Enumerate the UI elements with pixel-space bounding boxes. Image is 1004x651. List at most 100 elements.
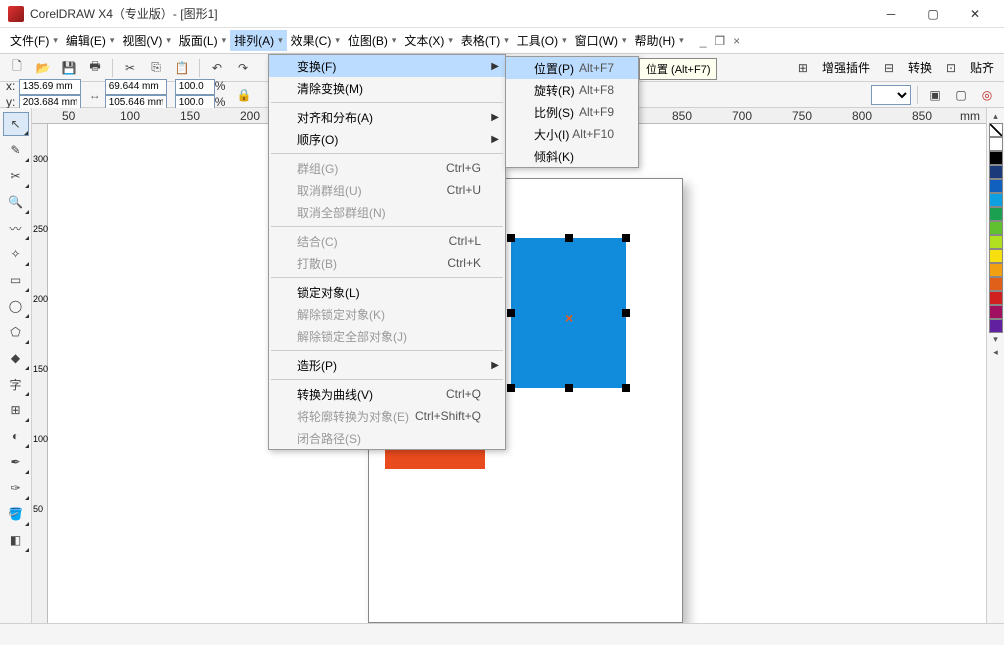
handle-sw[interactable] [507, 384, 515, 392]
interactive-tool[interactable]: ◐ [3, 424, 29, 448]
dd-item[interactable]: 倾斜(K) [506, 145, 638, 167]
zoom-tool[interactable]: 🔍 [3, 190, 29, 214]
toolbar-convert-label[interactable]: 转换 [904, 59, 936, 76]
swatch[interactable] [989, 319, 1003, 333]
fill-tool[interactable]: 🪣 [3, 502, 29, 526]
menu-layout[interactable]: 版面(L)▾ [175, 30, 230, 51]
dd-item[interactable]: 对齐和分布(A)▶ [269, 106, 505, 128]
canvas[interactable]: × [48, 124, 986, 623]
dd-item[interactable]: 清除变换(M) [269, 77, 505, 99]
dd-item[interactable]: 变换(F)▶ [269, 55, 505, 77]
open-icon[interactable]: 📂 [32, 57, 54, 79]
swatch[interactable] [989, 235, 1003, 249]
menu-file[interactable]: 文件(F)▾ [6, 30, 62, 51]
swatch[interactable] [989, 207, 1003, 221]
to-back-icon[interactable]: ▢ [950, 84, 972, 106]
rectangle-tool[interactable]: ▭ [3, 268, 29, 292]
swatch[interactable] [989, 263, 1003, 277]
swatch[interactable] [989, 305, 1003, 319]
basic-shapes-tool[interactable]: ◆ [3, 346, 29, 370]
new-icon[interactable]: 🗋 [6, 57, 28, 79]
redo-icon[interactable]: ↷ [232, 57, 254, 79]
menu-table[interactable]: 表格(T)▾ [457, 30, 513, 51]
maximize-button[interactable]: ▢ [912, 0, 954, 27]
menu-window[interactable]: 窗口(W)▾ [571, 30, 631, 51]
swatch[interactable] [989, 221, 1003, 235]
dd-item[interactable]: 顺序(O)▶ [269, 128, 505, 150]
x-input[interactable] [19, 79, 81, 95]
lock-icon[interactable]: 🔒 [233, 84, 255, 106]
dd-item: 结合(C)Ctrl+L [269, 230, 505, 252]
handle-s[interactable] [565, 384, 573, 392]
swatch[interactable] [989, 179, 1003, 193]
print-icon[interactable]: 🖶 [84, 57, 106, 79]
snap-icon[interactable]: ⊡ [940, 57, 962, 79]
dd-item[interactable]: 旋转(R)Alt+F8 [506, 79, 638, 101]
polygon-tool[interactable]: ⬠ [3, 320, 29, 344]
dd-item[interactable]: 位置(P)Alt+F7 [506, 57, 638, 79]
plugin-icon[interactable]: ⊞ [792, 57, 814, 79]
swatch[interactable] [989, 249, 1003, 263]
dd-item[interactable]: 大小(I)Alt+F10 [506, 123, 638, 145]
handle-nw[interactable] [507, 234, 515, 242]
mdi-close-icon[interactable]: × [733, 34, 740, 48]
palette-down-icon[interactable]: ▾ [993, 333, 998, 346]
mdi-restore-icon[interactable]: ❐ [714, 34, 725, 48]
menu-effects[interactable]: 效果(C)▾ [287, 30, 344, 51]
undo-icon[interactable]: ↶ [206, 57, 228, 79]
swatch[interactable] [989, 151, 1003, 165]
convert-icon[interactable]: ⊟ [878, 57, 900, 79]
toolbox: ↖ ✎ ✂ 🔍 〰 ✧ ▭ ◯ ⬠ ◆ 字 ⊞ ◐ ✒ ✑ 🪣 ◧ [0, 108, 32, 623]
eyedropper-tool[interactable]: ✒ [3, 450, 29, 474]
handle-w[interactable] [507, 309, 515, 317]
paste-icon[interactable]: 📋 [171, 57, 193, 79]
mdi-minimize-icon[interactable]: _ [700, 34, 707, 48]
swatch[interactable] [989, 291, 1003, 305]
menu-text[interactable]: 文本(X)▾ [400, 30, 457, 51]
dd-item[interactable]: 比例(S)Alt+F9 [506, 101, 638, 123]
text-tool[interactable]: 字 [3, 372, 29, 396]
combo-generic[interactable] [871, 85, 911, 105]
cut-icon[interactable]: ✂ [119, 57, 141, 79]
swatch[interactable] [989, 137, 1003, 151]
toolbar-snap-label[interactable]: 贴齐 [966, 59, 998, 76]
dd-item[interactable]: 造形(P)▶ [269, 354, 505, 376]
menu-bitmap[interactable]: 位图(B)▾ [344, 30, 401, 51]
smart-tool[interactable]: ✧ [3, 242, 29, 266]
dd-item[interactable]: 锁定对象(L) [269, 281, 505, 303]
palette-flyout-icon[interactable]: ◂ [993, 346, 998, 359]
outline-tool[interactable]: ✑ [3, 476, 29, 500]
handle-ne[interactable] [622, 234, 630, 242]
menubar: 文件(F)▾ 编辑(E)▾ 视图(V)▾ 版面(L)▾ 排列(A)▾ 效果(C)… [0, 28, 1004, 54]
swatch[interactable] [989, 165, 1003, 179]
palette-up-icon[interactable]: ▴ [993, 110, 998, 123]
menu-help[interactable]: 帮助(H)▾ [631, 30, 688, 51]
freehand-tool[interactable]: 〰 [3, 216, 29, 240]
minimize-button[interactable]: ─ [870, 0, 912, 27]
swatch[interactable] [989, 277, 1003, 291]
handle-n[interactable] [565, 234, 573, 242]
menu-tools[interactable]: 工具(O)▾ [513, 30, 571, 51]
target-icon[interactable]: ◎ [976, 84, 998, 106]
swatch-none[interactable] [989, 123, 1003, 137]
ellipse-tool[interactable]: ◯ [3, 294, 29, 318]
width-input[interactable] [105, 79, 167, 95]
save-icon[interactable]: 💾 [58, 57, 80, 79]
table-tool[interactable]: ⊞ [3, 398, 29, 422]
scalex-input[interactable] [175, 79, 215, 95]
pick-tool[interactable]: ↖ [3, 112, 29, 136]
toolbar-plugin-label[interactable]: 增强插件 [818, 59, 874, 76]
menu-edit[interactable]: 编辑(E)▾ [62, 30, 119, 51]
shape-tool[interactable]: ✎ [3, 138, 29, 162]
swatch[interactable] [989, 193, 1003, 207]
copy-icon[interactable]: ⎘ [145, 57, 167, 79]
interactive-fill-tool[interactable]: ◧ [3, 528, 29, 552]
to-front-icon[interactable]: ▣ [924, 84, 946, 106]
dd-item[interactable]: 转换为曲线(V)Ctrl+Q [269, 383, 505, 405]
handle-se[interactable] [622, 384, 630, 392]
close-button[interactable]: ✕ [954, 0, 996, 27]
menu-arrange[interactable]: 排列(A)▾ [230, 30, 287, 51]
crop-tool[interactable]: ✂ [3, 164, 29, 188]
handle-e[interactable] [622, 309, 630, 317]
menu-view[interactable]: 视图(V)▾ [118, 30, 175, 51]
